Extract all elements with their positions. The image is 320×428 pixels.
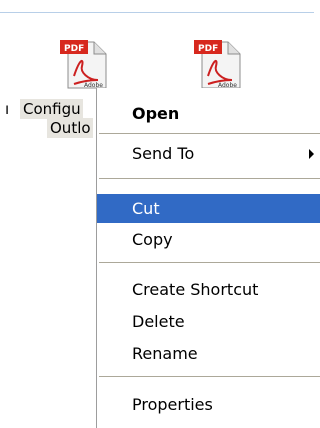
menu-item-label: Cut bbox=[132, 199, 160, 218]
file-caption[interactable]: ı Configu Outlo bbox=[0, 99, 110, 139]
menu-item-copy[interactable]: Copy bbox=[97, 225, 320, 254]
context-menu: Open Send To Cut Copy Create Shortcut De… bbox=[96, 88, 320, 428]
menu-item-label: Create Shortcut bbox=[132, 280, 259, 299]
menu-item-properties[interactable]: Properties bbox=[97, 390, 320, 419]
pdf-file-icon[interactable]: PDF Adobe bbox=[58, 36, 112, 90]
menu-separator bbox=[99, 133, 320, 134]
menu-item-delete[interactable]: Delete bbox=[97, 307, 320, 336]
file-caption-line2: Outlo bbox=[47, 118, 93, 138]
menu-item-label: Properties bbox=[132, 395, 213, 414]
menu-item-label: Rename bbox=[132, 344, 198, 363]
menu-item-open[interactable]: Open bbox=[97, 99, 320, 128]
menu-item-label: Copy bbox=[132, 230, 173, 249]
pdf-badge-label: PDF bbox=[198, 44, 218, 54]
window-edge-line bbox=[0, 12, 314, 13]
menu-item-send-to[interactable]: Send To bbox=[97, 139, 320, 168]
menu-item-label: Open bbox=[132, 104, 180, 123]
menu-item-rename[interactable]: Rename bbox=[97, 339, 320, 368]
file-caption-line1: Configu bbox=[20, 99, 83, 119]
pdf-badge-label: PDF bbox=[64, 44, 84, 54]
submenu-arrow-icon bbox=[309, 149, 314, 159]
menu-separator bbox=[99, 376, 320, 377]
menu-item-create-shortcut[interactable]: Create Shortcut bbox=[97, 275, 320, 304]
menu-separator bbox=[99, 178, 320, 179]
pdf-file-icon[interactable]: PDF Adobe bbox=[192, 36, 246, 90]
menu-item-label: Delete bbox=[132, 312, 185, 331]
menu-item-cut[interactable]: Cut bbox=[97, 194, 320, 223]
menu-separator bbox=[99, 262, 320, 263]
menu-item-label: Send To bbox=[132, 144, 195, 163]
caption-bullet: ı bbox=[5, 100, 10, 118]
